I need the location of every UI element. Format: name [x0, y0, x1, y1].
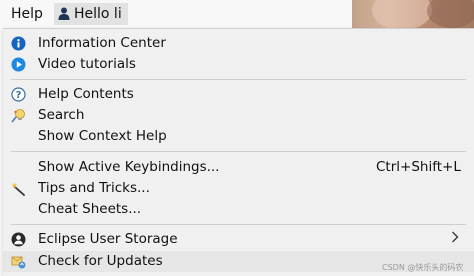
info-icon: [11, 36, 26, 51]
menu-item-help-contents[interactable]: ? Help Contents: [3, 84, 474, 105]
menu-item-eclipse-user-storage[interactable]: Eclipse User Storage: [3, 229, 474, 250]
update-icon: [11, 254, 26, 269]
menu-item-label: Search: [38, 107, 85, 123]
menu-item-label: Show Context Help: [38, 128, 167, 144]
menubar-help[interactable]: Help: [4, 4, 50, 24]
menu-item-search[interactable]: Search: [3, 105, 474, 126]
background-photo: [352, 0, 474, 30]
watermark: CSDN @快乐头的码农: [382, 263, 464, 272]
person-icon: [58, 5, 70, 27]
menu-separator: [11, 224, 466, 225]
play-icon: [11, 57, 26, 72]
menu-item-video-tutorials[interactable]: Video tutorials: [3, 54, 474, 75]
menu-item-label: Show Active Keybindings...: [38, 159, 220, 175]
menu-item-label: Cheat Sheets...: [38, 201, 142, 217]
menu-item-cheat-sheets[interactable]: Cheat Sheets...: [3, 199, 474, 220]
menu-item-shortcut: Ctrl+Shift+L: [376, 159, 461, 175]
magic-wand-icon: [11, 181, 26, 196]
menu-separator: [11, 79, 466, 80]
help-menu-dropdown: Information Center Video tutorials ? Hel…: [3, 28, 474, 276]
user-storage-icon: [11, 232, 26, 247]
search-bulb-icon: [11, 108, 26, 123]
help-circle-icon: ?: [11, 87, 26, 102]
menu-item-label: Information Center: [38, 35, 166, 51]
menubar: Help Hello li: [0, 0, 474, 30]
menu-separator: [11, 151, 466, 152]
user-menu[interactable]: Hello li: [54, 3, 128, 25]
chevron-right-icon: [451, 229, 459, 250]
menu-item-label: Help Contents: [38, 86, 134, 102]
menu-item-label: Video tutorials: [38, 56, 136, 72]
user-menu-label: Hello li: [74, 6, 122, 22]
menu-item-label: Tips and Tricks...: [38, 180, 150, 196]
menu-item-tips-and-tricks[interactable]: Tips and Tricks...: [3, 178, 474, 199]
menu-item-information-center[interactable]: Information Center: [3, 33, 474, 54]
menu-item-show-active-keybindings[interactable]: Show Active Keybindings... Ctrl+Shift+L: [3, 157, 474, 178]
menu-item-label: Eclipse User Storage: [38, 231, 178, 247]
menu-item-label: Check for Updates: [38, 253, 163, 269]
svg-text:?: ?: [16, 90, 22, 101]
menu-item-show-context-help[interactable]: Show Context Help: [3, 126, 474, 147]
